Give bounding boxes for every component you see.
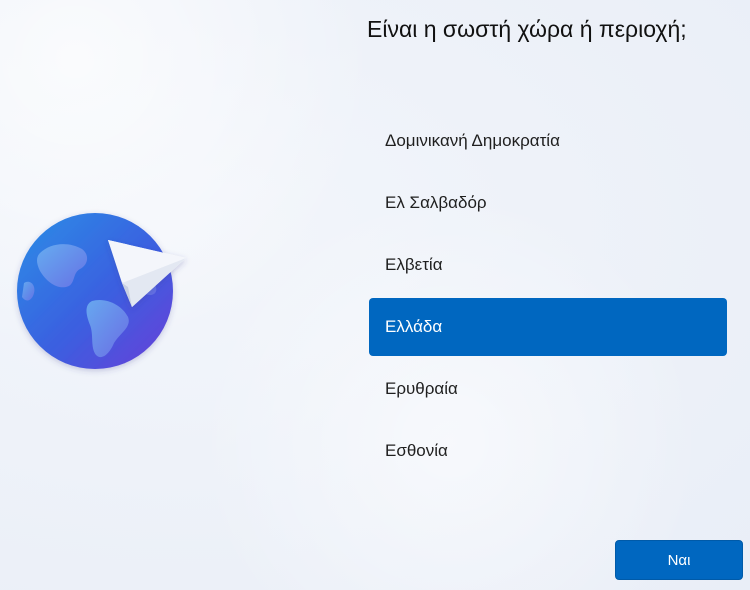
globe-with-paper-plane-icon [10,205,200,380]
country-list: Δομινικανή Δημοκρατία Ελ Σαλβαδόρ Ελβετί… [369,112,727,484]
country-item-el-salvador[interactable]: Ελ Σαλβαδόρ [369,174,727,232]
country-item-dominican-republic[interactable]: Δομινικανή Δημοκρατία [369,112,727,170]
country-item-greece[interactable]: Ελλάδα [369,298,727,356]
country-item-eritrea[interactable]: Ερυθραία [369,360,727,418]
country-item-switzerland[interactable]: Ελβετία [369,236,727,294]
page-title: Είναι η σωστή χώρα ή περιοχή; [367,16,687,42]
country-item-estonia[interactable]: Εσθονία [369,422,727,480]
yes-button[interactable]: Ναι [615,540,743,580]
